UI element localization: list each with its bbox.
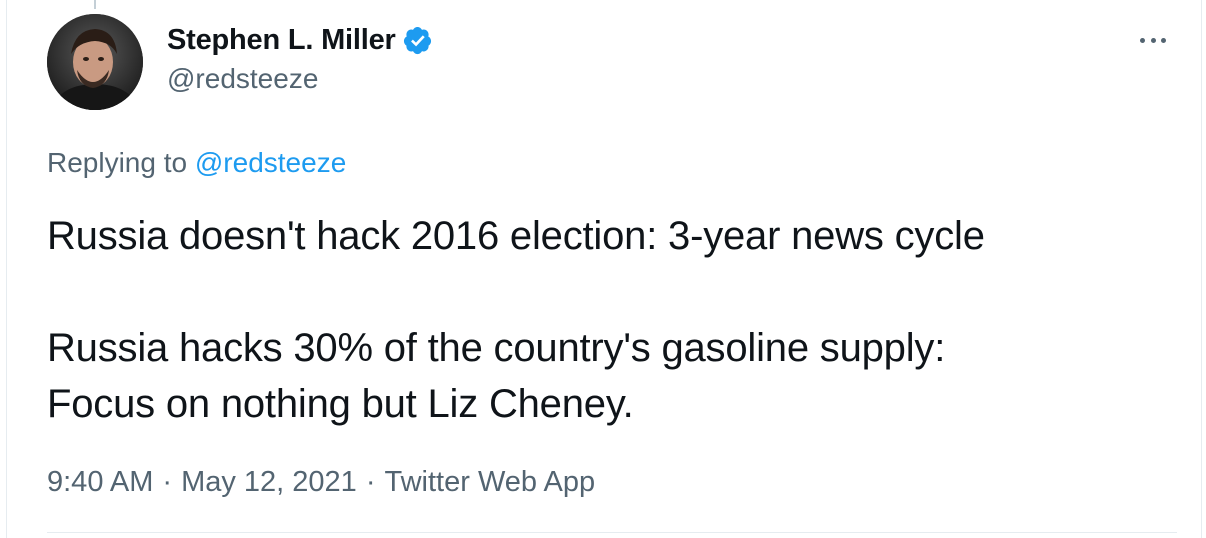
user-avatar-icon[interactable] bbox=[47, 14, 143, 110]
meta-separator: · bbox=[365, 466, 376, 498]
author-handle[interactable]: @redsteeze bbox=[167, 63, 318, 95]
tweet-source[interactable]: Twitter Web App bbox=[384, 466, 595, 499]
tweet-time[interactable]: 9:40 AM bbox=[47, 466, 153, 499]
replying-mention-link[interactable]: @redsteeze bbox=[195, 147, 346, 178]
tweet-card: Stephen L. Miller @redsteeze Replying to… bbox=[6, 0, 1202, 538]
tweet-date[interactable]: May 12, 2021 bbox=[181, 466, 357, 499]
more-dot bbox=[1161, 37, 1166, 43]
divider bbox=[47, 532, 1177, 533]
tweet-text: Russia doesn't hack 2016 election: 3-yea… bbox=[47, 208, 1167, 432]
meta-separator: · bbox=[162, 466, 173, 498]
tweet-metadata: 9:40 AM · May 12, 2021 · Twitter Web App bbox=[47, 466, 595, 499]
more-dot bbox=[1150, 37, 1156, 43]
replying-to-line: Replying to @redsteeze bbox=[47, 147, 346, 179]
verified-badge-icon bbox=[402, 25, 433, 56]
tweet-text-line: Focus on nothing but Liz Cheney. bbox=[47, 382, 634, 426]
thread-connector-line bbox=[94, 0, 96, 9]
more-options-icon[interactable] bbox=[1140, 30, 1166, 50]
replying-prefix: Replying to bbox=[47, 147, 188, 178]
more-dot bbox=[1140, 37, 1145, 43]
author-display-name[interactable]: Stephen L. Miller bbox=[167, 24, 396, 57]
tweet-text-line: Russia hacks 30% of the country's gasoli… bbox=[47, 326, 946, 370]
tweet-text-line: Russia doesn't hack 2016 election: 3-yea… bbox=[47, 214, 985, 258]
